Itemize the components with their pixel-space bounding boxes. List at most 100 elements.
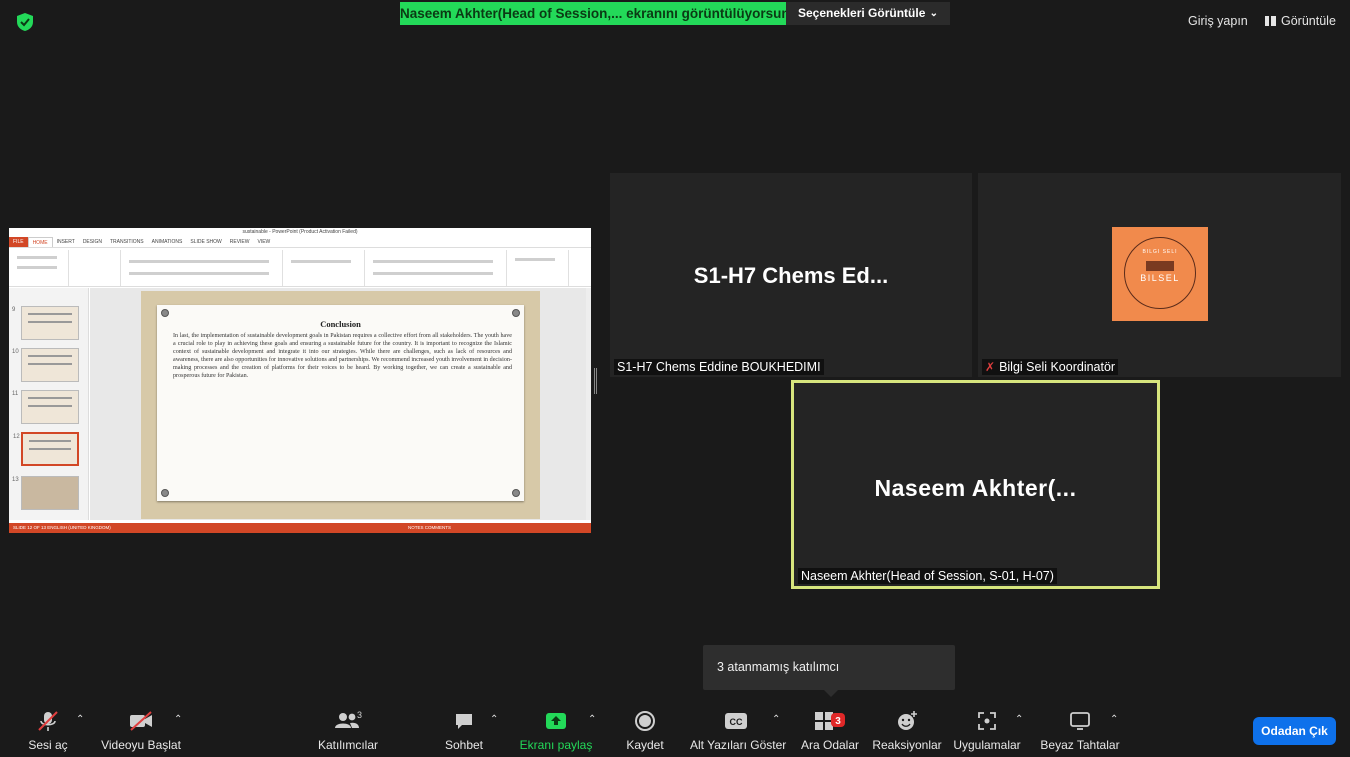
chat-options-caret[interactable]: ⌃ [488, 700, 502, 757]
chat-icon [456, 714, 472, 729]
ppt-status-right: NOTES COMMENTS [407, 525, 451, 530]
unmute-label: Sesi aç [28, 738, 68, 752]
participants-icon: 3 [335, 710, 362, 728]
reactions-button[interactable]: Reaksiyonlar [872, 700, 942, 757]
chevron-up-icon: ⌃ [490, 714, 499, 725]
ppt-tab: VIEW [257, 239, 271, 245]
chevron-down-icon: ⌄ [929, 8, 938, 19]
slide-paper: Conclusion In last, the implementation o… [157, 305, 524, 501]
mic-muted-icon [38, 711, 58, 731]
participants-label: Katılımcılar [317, 738, 378, 752]
ppt-tab: HOME [27, 237, 53, 247]
participants-count: 3 [357, 710, 362, 720]
ppt-ribbon-tabs: FILE HOME INSERT DESIGN TRANSITIONS ANIM… [9, 237, 591, 247]
cc-badge-text: CC [730, 717, 743, 727]
slide-thumb: 10 [12, 348, 79, 382]
screen-share-banner: Naseem Akhter(Head of Session,... ekranı… [400, 2, 786, 25]
ppt-tab: REVIEW [229, 239, 250, 245]
logo-top-text: BILGI SELI [1142, 249, 1178, 255]
captions-options-caret[interactable]: ⌃ [770, 700, 784, 757]
breakout-rooms-button[interactable]: 3 Ara Odalar [798, 700, 862, 757]
ppt-status-text: SLIDE 12 OF 13 ENGLISH (UNITED KINGDOM) [13, 525, 111, 530]
participant-tile[interactable]: BILGI SELI BILSEL ✗ Bilgi Seli Koordinatö… [978, 173, 1341, 377]
slide-thumb: 13 [12, 476, 79, 510]
participant-display-name: S1-H7 Chems Ed... [693, 263, 889, 288]
slide-thumbnails: 9 10 11 12 13 [9, 288, 89, 520]
shared-screen: sustainable - PowerPoint (Product Activa… [9, 228, 591, 533]
security-shield-icon[interactable] [15, 12, 35, 32]
record-button[interactable]: Kaydet [622, 700, 668, 757]
participant-display-name: Naseem Akhter(... [874, 475, 1077, 501]
view-button[interactable]: Görüntüle [1265, 14, 1336, 28]
video-off-icon [130, 711, 152, 731]
view-options-dropdown[interactable]: Seçenekleri Görüntüle ⌄ [786, 2, 950, 25]
slide: Conclusion In last, the implementation o… [141, 291, 540, 519]
ppt-tab: ANIMATIONS [151, 239, 183, 245]
participant-name-label: S1-H7 Chems Eddine BOUKHEDIMI [614, 359, 824, 375]
participant-name-label: Naseem Akhter(Head of Session, S-01, H-0… [798, 568, 1057, 584]
sign-in-link[interactable]: Giriş yapın [1188, 14, 1248, 28]
slide-thumb-selected: 12 [13, 432, 79, 466]
record-icon [635, 711, 655, 731]
participant-name: Bilgi Seli Koordinatör [999, 360, 1116, 374]
captions-label: Alt Yazıları Göster [690, 738, 787, 752]
participant-avatar-logo: BILGI SELI BILSEL [1112, 227, 1208, 321]
leave-room-button[interactable]: Odadan Çık [1253, 717, 1336, 745]
view-button-label: Görüntüle [1281, 14, 1336, 28]
video-options-caret[interactable]: ⌃ [172, 700, 186, 757]
breakout-badge: 3 [835, 716, 841, 727]
apps-options-caret[interactable]: ⌃ [1013, 700, 1027, 757]
closed-captions-icon: CC [725, 713, 747, 729]
logo-main-text: BILSEL [1140, 273, 1180, 283]
ppt-scrollbar [586, 288, 591, 520]
split-view-handle[interactable] [594, 368, 597, 394]
apps-button[interactable]: Uygulamalar [952, 700, 1022, 757]
view-options-label: Seçenekleri Görüntüle [798, 6, 926, 20]
chevron-up-icon: ⌃ [1110, 714, 1119, 725]
participant-tile[interactable]: S1-H7 Chems Ed... S1-H7 Chems Eddine BOU… [610, 173, 972, 377]
whiteboards-options-caret[interactable]: ⌃ [1108, 700, 1122, 757]
ppt-tab: DESIGN [82, 239, 102, 245]
smiley-icon [898, 711, 917, 730]
chat-button[interactable]: Sohbet [440, 700, 488, 757]
unmute-button[interactable]: Sesi aç [22, 700, 74, 757]
participants-button[interactable]: 3 Katılımcılar [308, 700, 388, 757]
share-options-caret[interactable]: ⌃ [586, 700, 600, 757]
ppt-tab: SLIDE SHOW [190, 239, 222, 245]
slide-thumb: 9 [12, 306, 79, 340]
share-screen-label: Ekranı paylaş [519, 738, 593, 752]
chevron-up-icon: ⌃ [1015, 714, 1024, 725]
slide-body: In last, the implementation of sustainab… [173, 333, 512, 380]
unassigned-participants-tooltip: 3 atanmamış katılımcı [703, 645, 955, 697]
chat-label: Sohbet [444, 738, 484, 752]
meeting-toolbar: Sesi aç ⌃ Videoyu Başlat ⌃ 3 Katılımcıla… [0, 700, 1350, 757]
participant-name-label: ✗ Bilgi Seli Koordinatör [982, 359, 1119, 375]
chevron-up-icon: ⌃ [76, 714, 85, 725]
ppt-title: sustainable - PowerPoint (Product Activa… [9, 228, 591, 237]
share-screen-button[interactable]: Ekranı paylaş [518, 700, 594, 757]
ppt-tab: INSERT [56, 239, 75, 245]
apps-label: Uygulamalar [953, 738, 1021, 752]
ppt-tab: FILE [9, 237, 28, 247]
audio-options-caret[interactable]: ⌃ [74, 700, 88, 757]
muted-mic-icon: ✗ [985, 360, 996, 374]
ppt-tab: TRANSITIONS [109, 239, 144, 245]
chevron-up-icon: ⌃ [772, 714, 781, 725]
slide-canvas: Conclusion In last, the implementation o… [90, 288, 591, 520]
chevron-up-icon: ⌃ [588, 714, 597, 725]
whiteboard-icon [1070, 712, 1090, 730]
ppt-status-bar: SLIDE 12 OF 13 ENGLISH (UNITED KINGDOM) … [9, 523, 591, 533]
share-screen-icon [546, 713, 566, 729]
breakout-rooms-icon: 3 [815, 712, 845, 730]
slide-thumb: 11 [12, 390, 79, 424]
record-label: Kaydet [626, 738, 664, 752]
apps-icon [978, 712, 996, 730]
captions-button[interactable]: CC Alt Yazıları Göster [690, 700, 787, 757]
ppt-ribbon [9, 247, 591, 287]
chevron-up-icon: ⌃ [174, 714, 183, 725]
slide-title: Conclusion [320, 319, 361, 329]
breakout-rooms-label: Ara Odalar [800, 738, 860, 752]
gallery-view-icon [1265, 16, 1276, 26]
active-speaker-tile[interactable]: Naseem Akhter(... Naseem Akhter(Head of … [791, 380, 1160, 589]
books-icon [1146, 261, 1174, 271]
